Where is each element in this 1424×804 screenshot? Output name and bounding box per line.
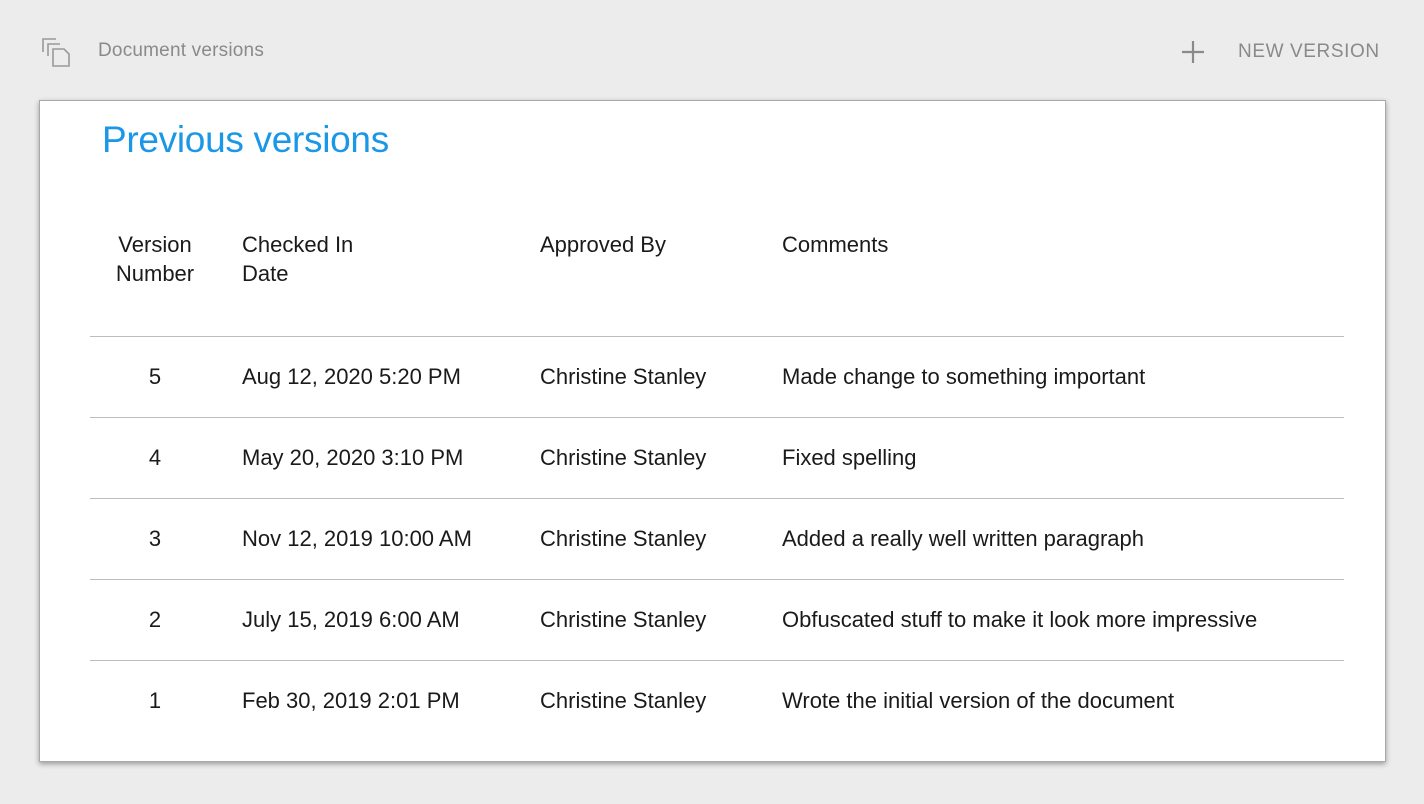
table-header: Version Number Checked In Date Approved … (90, 226, 1344, 337)
new-version-label: NEW VERSION (1238, 41, 1380, 62)
checked-in-date-cell: May 20, 2020 3:10 PM (242, 445, 464, 470)
page-title: Document versions (98, 40, 265, 61)
comment-cell: Obfuscated stuff to make it look more im… (782, 607, 1258, 632)
comment-cell: Added a really well written paragraph (782, 526, 1144, 551)
approved-by-cell: Christine Stanley (540, 688, 707, 713)
checked-in-date-cell: Aug 12, 2020 5:20 PM (242, 364, 461, 389)
previous-versions-card: Previous versions Version Number Checked… (39, 100, 1386, 762)
new-version-button[interactable]: NEW VERSION (1178, 30, 1380, 74)
approved-by-cell: Christine Stanley (540, 364, 707, 389)
column-header-approved-by: Approved By (540, 232, 666, 257)
checked-in-date-cell: Feb 30, 2019 2:01 PM (242, 688, 460, 713)
top-bar: Document versions NEW VERSION (0, 0, 1424, 100)
versions-table: Version Number Checked In Date Approved … (90, 226, 1344, 741)
version-number-cell: 5 (148, 364, 162, 389)
column-header-version-number: Version Number (115, 232, 195, 286)
plus-icon (1182, 41, 1204, 63)
checked-in-date-cell: Nov 12, 2019 10:00 AM (242, 526, 472, 551)
comment-cell: Fixed spelling (782, 445, 917, 470)
section-title: Previous versions (102, 119, 389, 160)
version-number-cell: 1 (148, 688, 162, 713)
copy-documents-icon (42, 38, 70, 67)
comment-cell: Wrote the initial version of the documen… (782, 688, 1175, 713)
comment-cell: Made change to something important (782, 364, 1146, 389)
approved-by-cell: Christine Stanley (540, 607, 707, 632)
table-row[interactable]: 1 Feb 30, 2019 2:01 PM Christine Stanley… (90, 661, 1344, 741)
version-number-cell: 4 (148, 445, 162, 470)
version-number-cell: 3 (148, 526, 162, 551)
table-row[interactable]: 5 Aug 12, 2020 5:20 PM Christine Stanley… (90, 337, 1344, 418)
column-header-checked-in-date: Checked In Date (242, 232, 354, 286)
version-number-cell: 2 (148, 607, 162, 632)
table-row[interactable]: 3 Nov 12, 2019 10:00 AM Christine Stanle… (90, 499, 1344, 580)
column-header-comments: Comments (782, 232, 889, 257)
table-row[interactable]: 4 May 20, 2020 3:10 PM Christine Stanley… (90, 418, 1344, 499)
checked-in-date-cell: July 15, 2019 6:00 AM (242, 607, 460, 632)
table-row[interactable]: 2 July 15, 2019 6:00 AM Christine Stanle… (90, 580, 1344, 661)
approved-by-cell: Christine Stanley (540, 526, 707, 551)
approved-by-cell: Christine Stanley (540, 445, 707, 470)
